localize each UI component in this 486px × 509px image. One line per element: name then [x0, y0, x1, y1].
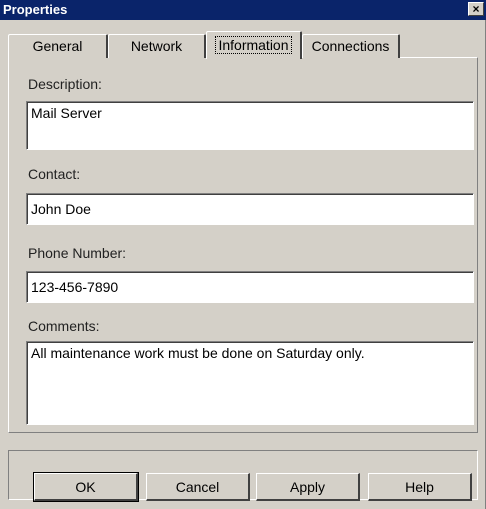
description-field[interactable]: Mail Server: [26, 101, 474, 150]
window-title: Properties: [3, 2, 68, 17]
tab-general[interactable]: General: [8, 34, 108, 58]
tab-connections[interactable]: Connections: [302, 34, 400, 58]
help-button[interactable]: Help: [368, 473, 472, 501]
tab-network-label: Network: [130, 38, 183, 54]
tab-information[interactable]: Information: [206, 31, 302, 59]
tab-connections-label: Connections: [311, 38, 390, 54]
tab-information-label: Information: [215, 36, 292, 54]
contact-label: Contact:: [28, 166, 81, 182]
title-bar[interactable]: Properties ×: [0, 0, 486, 20]
description-label: Description:: [28, 76, 102, 92]
close-icon[interactable]: ×: [468, 2, 484, 16]
phone-number-field[interactable]: 123-456-7890: [26, 271, 474, 303]
contact-field[interactable]: John Doe: [26, 193, 474, 225]
properties-dialog: Properties × General Network Information…: [0, 0, 486, 509]
phone-number-label: Phone Number:: [28, 245, 127, 261]
comments-label: Comments:: [28, 318, 100, 334]
cancel-button[interactable]: Cancel: [146, 473, 250, 501]
tab-general-label: General: [32, 38, 83, 54]
tab-network[interactable]: Network: [108, 34, 206, 58]
apply-button[interactable]: Apply: [256, 473, 360, 501]
ok-button[interactable]: OK: [33, 472, 139, 502]
comments-field[interactable]: All maintenance work must be done on Sat…: [26, 341, 474, 425]
